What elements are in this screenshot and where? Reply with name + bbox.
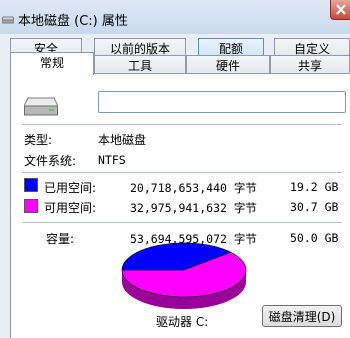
used-space-size: 19.2 GB — [290, 180, 339, 194]
type-value: 本地磁盘 — [98, 133, 147, 147]
free-space-size: 30.7 GB — [290, 200, 339, 214]
window-title: 本地磁盘 (C:) 属性 — [18, 14, 128, 29]
used-space-label: 已用空间: — [44, 181, 97, 195]
divider — [22, 222, 342, 223]
used-space-bytes: 20,718,653,440 字节 — [130, 181, 257, 195]
used-space-swatch — [24, 178, 38, 192]
disk-cleanup-button[interactable]: 磁盘清理(D) — [262, 305, 342, 327]
filesystem-label: 文件系统: — [24, 154, 77, 168]
hard-drive-icon — [23, 95, 59, 120]
type-label: 类型: — [24, 133, 53, 147]
free-space-label: 可用空间: — [44, 201, 97, 215]
tab-general[interactable]: 常规 — [10, 52, 94, 75]
close-button[interactable] — [330, 0, 350, 20]
properties-window: 本地磁盘 (C:) 属性 安全 以前的版本 配额 自定义 常规 工具 硬件 共享… — [0, 0, 350, 338]
divider — [22, 124, 342, 125]
disk-usage-pie — [121, 242, 247, 309]
close-icon — [336, 4, 346, 15]
volume-name-input[interactable] — [98, 91, 346, 113]
capacity-size: 50.0 GB — [290, 231, 339, 245]
drive-label: 驱动器 C: — [156, 315, 209, 329]
divider — [22, 172, 342, 173]
capacity-label: 容量: — [46, 232, 75, 246]
free-space-swatch — [24, 199, 38, 213]
filesystem-value: NTFS — [98, 153, 126, 167]
free-space-bytes: 32,975,941,632 字节 — [130, 201, 257, 215]
title-bar: 本地磁盘 (C:) 属性 — [0, 0, 350, 34]
drive-icon — [1, 13, 15, 24]
